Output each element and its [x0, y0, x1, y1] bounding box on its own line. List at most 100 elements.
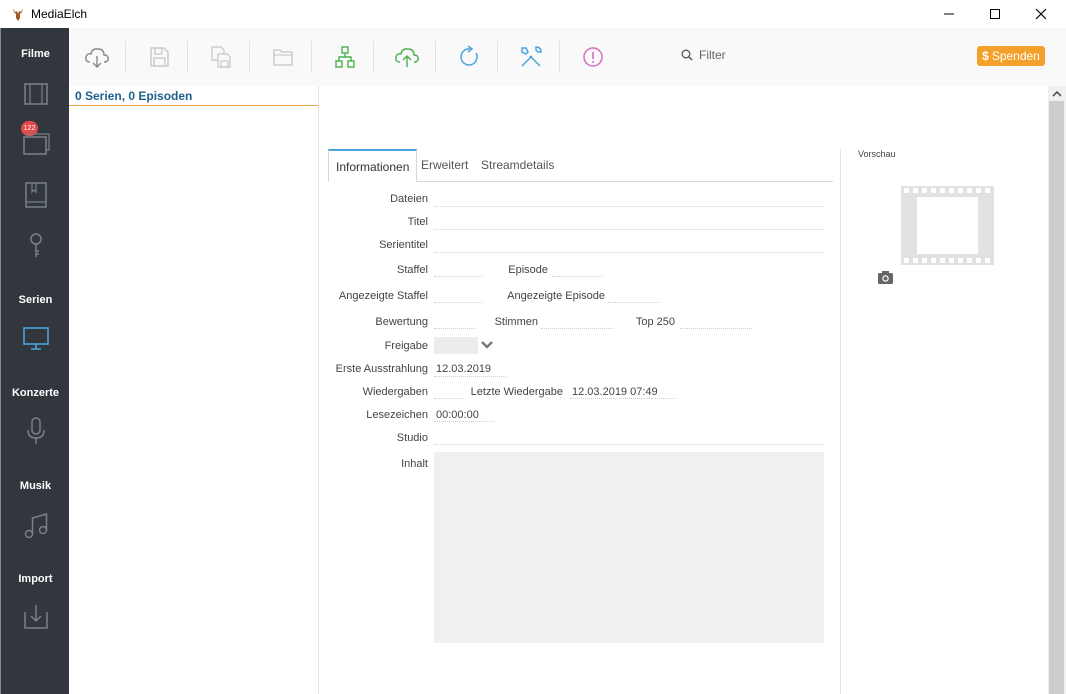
search-icon — [681, 49, 693, 61]
film-placeholder-icon — [901, 186, 994, 265]
cloud-download-icon — [85, 48, 109, 68]
top250-field[interactable] — [680, 328, 752, 329]
sync-button[interactable] — [330, 42, 360, 72]
display-season-field[interactable] — [434, 302, 482, 303]
main-sidebar: Filme 122 Serien Konzerte Musik Import — [0, 28, 69, 694]
label-angezeigte-episode: Angezeigte Episode — [507, 290, 605, 302]
studio-field[interactable] — [434, 444, 823, 445]
label-stimmen: Stimmen — [494, 316, 538, 328]
scrape-button[interactable] — [82, 42, 112, 72]
donate-label: Spenden — [991, 49, 1040, 63]
chevron-down-icon[interactable] — [480, 339, 494, 351]
folder-icon — [273, 49, 293, 66]
save-button[interactable] — [144, 42, 174, 72]
toolbar-separator — [187, 41, 188, 73]
toolbar-separator — [249, 41, 250, 73]
rating-field[interactable] — [434, 328, 476, 329]
minimize-button[interactable] — [926, 0, 972, 28]
close-button[interactable] — [1018, 0, 1064, 28]
label-bewertung: Bewertung — [375, 316, 428, 328]
label-erste-ausstrahlung: Erste Ausstrahlung — [335, 363, 428, 375]
maximize-button[interactable] — [972, 0, 1018, 28]
genres-book-icon[interactable] — [21, 180, 51, 210]
votes-field[interactable] — [541, 328, 613, 329]
about-button[interactable] — [578, 42, 608, 72]
reload-icon — [460, 45, 478, 66]
playcount-field[interactable] — [434, 398, 464, 399]
camera-icon[interactable] — [877, 270, 894, 285]
scrollbar-thumb[interactable] — [1049, 101, 1064, 694]
sidebar-label-import: Import — [18, 573, 53, 585]
label-dateien: Dateien — [390, 193, 428, 205]
tab-erweitert[interactable]: Erweitert — [421, 149, 468, 180]
toolbar-separator — [497, 41, 498, 73]
title-field[interactable] — [434, 229, 823, 230]
toolbar-separator — [559, 41, 560, 73]
cloud-upload-icon — [395, 48, 419, 67]
tab-informationen[interactable]: Informationen — [328, 149, 418, 182]
season-field[interactable] — [434, 276, 482, 277]
plot-textarea[interactable] — [434, 452, 824, 643]
label-episode: Episode — [508, 264, 548, 276]
save-icon — [150, 47, 169, 67]
movie-sets-icon[interactable] — [21, 130, 51, 160]
save-all-button[interactable] — [206, 42, 236, 72]
bookmark-underline — [434, 421, 494, 422]
bookmark-value[interactable]: 00:00:00 — [436, 409, 479, 421]
files-field[interactable] — [434, 206, 823, 207]
title-bar: MediaElch — [0, 0, 1066, 28]
label-lesezeichen: Lesezeichen — [366, 409, 428, 421]
filter-placeholder: Filter — [699, 48, 726, 62]
vertical-scrollbar[interactable] — [1048, 86, 1066, 694]
toolbar-separator — [125, 41, 126, 73]
preview-divider — [840, 149, 841, 694]
app-logo-icon — [13, 8, 23, 21]
label-top250: Top 250 — [635, 316, 675, 328]
label-staffel: Staffel — [397, 264, 428, 276]
toolbar-separator — [373, 41, 374, 73]
label-letzte-wiedergabe: Letzte Wiedergabe — [470, 386, 563, 398]
label-angezeigte-staffel: Angezeigte Staffel — [338, 290, 428, 302]
donate-button[interactable]: $ Spenden — [977, 46, 1045, 66]
list-header-underline — [69, 105, 318, 106]
label-inhalt: Inhalt — [401, 458, 428, 470]
maximize-icon — [990, 9, 1000, 19]
first-aired-value[interactable]: 12.03.2019 — [436, 363, 491, 375]
open-folder-button[interactable] — [268, 42, 298, 72]
tools-icon — [521, 46, 542, 67]
show-title-field[interactable] — [434, 252, 823, 253]
close-icon — [1035, 8, 1047, 20]
label-freigabe: Freigabe — [384, 340, 428, 352]
last-played-value[interactable]: 12.03.2019 07:49 — [572, 386, 658, 398]
tv-shows-icon[interactable] — [21, 324, 51, 354]
reload-button[interactable] — [454, 42, 484, 72]
certification-key-icon[interactable] — [21, 230, 51, 260]
detail-tabs: Informationen Erweitert Streamdetails — [328, 149, 833, 182]
display-episode-field[interactable] — [608, 302, 660, 303]
music-note-icon[interactable] — [21, 510, 51, 540]
settings-button[interactable] — [516, 42, 546, 72]
toolbar: Filter $ Spenden — [69, 28, 1066, 87]
tab-streamdetails[interactable]: Streamdetails — [481, 149, 554, 180]
label-serientitel: Serientitel — [379, 239, 428, 251]
last-played-underline — [570, 398, 676, 399]
import-icon[interactable] — [21, 602, 51, 632]
list-header: 0 Serien, 0 Episoden — [75, 89, 193, 103]
scroll-up-icon[interactable] — [1052, 90, 1062, 98]
preview-label: Vorschau — [858, 149, 896, 159]
minimize-icon — [944, 13, 954, 15]
export-button[interactable] — [392, 42, 422, 72]
first-aired-underline — [434, 376, 506, 377]
sidebar-label-konzerte: Konzerte — [11, 387, 60, 399]
app-title: MediaElch — [31, 7, 88, 21]
label-titel: Titel — [407, 216, 428, 228]
film-icon[interactable] — [21, 80, 51, 110]
label-studio: Studio — [396, 432, 428, 444]
tvshow-list-panel[interactable]: 0 Serien, 0 Episoden — [69, 86, 319, 694]
certification-select[interactable] — [434, 337, 478, 354]
filter-field[interactable]: Filter — [681, 48, 726, 62]
label-wiedergaben: Wiedergaben — [362, 386, 428, 398]
microphone-icon[interactable] — [21, 416, 51, 446]
network-icon — [335, 46, 355, 68]
episode-field[interactable] — [552, 276, 602, 277]
